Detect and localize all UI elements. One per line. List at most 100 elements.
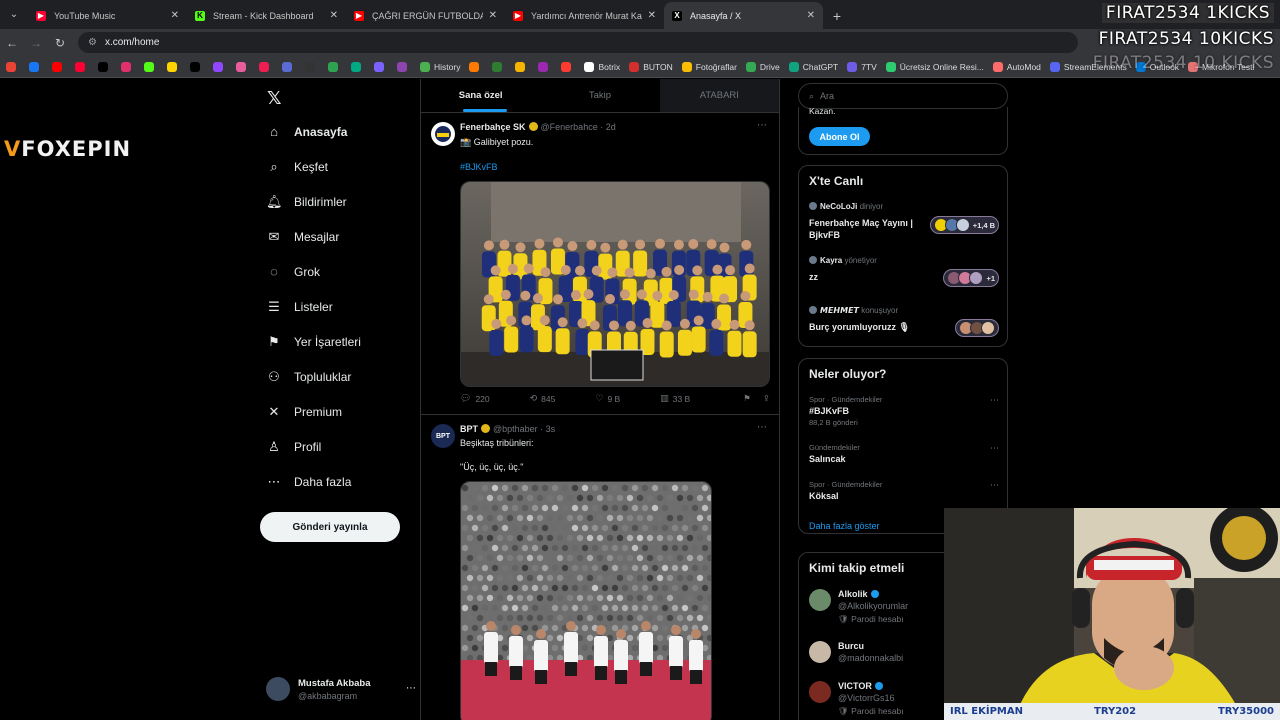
- x-logo-icon[interactable]: 𝕏: [267, 88, 282, 109]
- tweet-more-icon[interactable]: ⋯: [757, 120, 767, 131]
- browser-tab[interactable]: X Anasayfa / X ✕: [664, 2, 823, 29]
- bookmark-item[interactable]: Drive: [745, 61, 780, 72]
- tweet-more-icon[interactable]: ⋯: [757, 422, 767, 433]
- reply-button[interactable]: 💬︎ 220: [460, 393, 490, 404]
- bookmark-item[interactable]: [328, 61, 342, 72]
- tweet-photo[interactable]: [460, 481, 712, 720]
- bookmark-item[interactable]: [538, 61, 552, 72]
- tweet-author-name[interactable]: BPT: [460, 424, 478, 434]
- bookmark-item[interactable]: BUTON: [629, 61, 673, 72]
- listeners-pill[interactable]: +1,4 B: [929, 216, 999, 234]
- follow-suggestion[interactable]: VICTOR @VictorrGs16 🛡 Parodi hesabı: [809, 681, 904, 717]
- nav-item-communities[interactable]: ⚇ Topluluklar: [266, 369, 351, 385]
- browser-tab[interactable]: ▶ Yardımcı Antrenör Murat Kaytaz ✕: [505, 2, 664, 29]
- bookmark-item[interactable]: [236, 61, 250, 72]
- bookmark-item[interactable]: [75, 61, 89, 72]
- nav-item-premium[interactable]: ✕ Premium: [266, 404, 342, 420]
- bookmark-item[interactable]: [6, 61, 20, 72]
- nav-item-more[interactable]: ⋯ Daha fazla: [266, 474, 352, 490]
- bookmark-item[interactable]: [52, 61, 66, 72]
- tweet[interactable]: Fenerbahçe SK @Fenerbahce · 2d ⋯ 📸 Galibi…: [421, 114, 779, 415]
- forward-arrow-icon[interactable]: →: [24, 36, 48, 50]
- tab-for-you[interactable]: Sana özel: [421, 79, 540, 112]
- nav-item-profile[interactable]: ♙ Profil: [266, 439, 321, 455]
- bookmark-item[interactable]: [121, 61, 135, 72]
- avatar[interactable]: [809, 589, 831, 611]
- site-info-icon[interactable]: ⚙: [88, 37, 97, 48]
- browser-tab[interactable]: ▶ ÇAĞRI ERGÜN FUTBOLDA NE K ✕: [346, 2, 505, 29]
- bookmark-item[interactable]: [469, 61, 483, 72]
- tweet-avatar[interactable]: BPT: [431, 424, 455, 448]
- reload-icon[interactable]: ↻: [48, 36, 72, 50]
- bookmark-item[interactable]: [213, 61, 227, 72]
- browser-tab[interactable]: ▶ YouTube Music ✕: [28, 2, 187, 29]
- show-more-link[interactable]: Daha fazla göster: [809, 521, 880, 531]
- trend-item[interactable]: Spor · Gündemdekiler #BJKvFB 88,2 B gönder…: [809, 395, 999, 427]
- bookmark-item[interactable]: [259, 61, 273, 72]
- new-tab-plus-icon[interactable]: +: [823, 2, 851, 29]
- bookmark-item[interactable]: [305, 61, 319, 72]
- tweet-author-name[interactable]: Fenerbahçe SK: [460, 122, 526, 132]
- tweet[interactable]: BPT BPT @bpthaber · 3s ⋯ Beşiktaş tribünl…: [421, 416, 779, 720]
- nav-item-home[interactable]: ⌂ Anasayfa: [266, 124, 347, 139]
- bookmark-item[interactable]: History: [420, 61, 460, 72]
- bookmark-item[interactable]: AutoMod: [992, 61, 1041, 72]
- listeners-pill[interactable]: +1: [943, 269, 999, 287]
- retweet-button[interactable]: ⟲ 845: [530, 393, 556, 404]
- trend-more-icon[interactable]: ⋯: [990, 443, 999, 454]
- bookmark-item[interactable]: [29, 61, 43, 72]
- address-bar[interactable]: ⚙ x.com/home: [78, 32, 1078, 53]
- post-button[interactable]: Gönderi yayınla: [260, 512, 400, 542]
- tab-search-chevron-icon[interactable]: ⌄: [0, 0, 28, 29]
- nav-item-lists[interactable]: ☰ Listeler: [266, 299, 333, 315]
- tab-close-icon[interactable]: ✕: [330, 10, 338, 21]
- avatar[interactable]: [809, 681, 831, 703]
- trend-more-icon[interactable]: ⋯: [990, 395, 999, 406]
- nav-item-messages[interactable]: ✉ Mesajlar: [266, 229, 340, 245]
- bookmark-item[interactable]: [282, 61, 296, 72]
- account-more-icon[interactable]: ⋯: [406, 683, 416, 694]
- bookmark-item[interactable]: 7TV: [847, 61, 877, 72]
- tweet-hashtag[interactable]: #BJKvFB: [460, 162, 498, 172]
- tab-following[interactable]: Takip: [540, 79, 659, 112]
- tweet-avatar[interactable]: [431, 122, 455, 146]
- bookmark-item[interactable]: Fotoğraflar: [681, 61, 737, 72]
- tab-close-icon[interactable]: ✕: [648, 10, 656, 21]
- nav-item-notifications[interactable]: 🔔︎ Bildirimler: [266, 194, 347, 210]
- account-switcher[interactable]: Mustafa Akbaba @akbabagram ⋯: [266, 677, 416, 701]
- trend-item[interactable]: Spor · Gündemdekiler Köksal ⋯: [809, 480, 999, 501]
- bookmark-item[interactable]: Ücretsiz Online Resi...: [885, 61, 984, 72]
- trend-item[interactable]: Gündemdekiler Salıncak ⋯: [809, 443, 999, 464]
- live-item[interactable]: 𝙈𝙀𝙃𝙈𝙀𝙏 konuşuyor Burç yorumluyoruzz 🎙: [809, 306, 999, 337]
- tab-close-icon[interactable]: ✕: [489, 10, 497, 21]
- follow-suggestion[interactable]: Burcu @madonnakalbi: [809, 641, 903, 663]
- browser-tab[interactable]: K Stream - Kick Dashboard ✕: [187, 2, 346, 29]
- live-item[interactable]: NeCoLoJi diniyor Fenerbahçe Maç Yayını | …: [809, 202, 999, 241]
- tab-close-icon[interactable]: ✕: [807, 10, 815, 21]
- bookmark-item[interactable]: [515, 61, 529, 72]
- search-input[interactable]: ⌕ Ara: [798, 83, 1008, 109]
- bookmark-item[interactable]: [492, 61, 506, 72]
- live-item[interactable]: Kayra yönetiyor zz +1: [809, 256, 999, 287]
- bookmark-item[interactable]: [144, 61, 158, 72]
- bookmark-item[interactable]: [397, 61, 411, 72]
- trend-more-icon[interactable]: ⋯: [990, 480, 999, 491]
- nav-item-explore[interactable]: ⌕ Keşfet: [266, 159, 328, 175]
- tab-atabari[interactable]: ATABARI: [659, 79, 779, 112]
- follow-suggestion[interactable]: Alkolik @Alkolikyorumlar 🛡 Parodi hesabı: [809, 589, 908, 625]
- avatar[interactable]: [809, 641, 831, 663]
- back-arrow-icon[interactable]: ←: [0, 36, 24, 50]
- bookmark-item[interactable]: ChatGPT: [788, 61, 838, 72]
- bookmark-item[interactable]: [98, 61, 112, 72]
- subscribe-button[interactable]: Abone Ol: [809, 127, 870, 146]
- bookmark-item[interactable]: [190, 61, 204, 72]
- tweet-handle[interactable]: @Fenerbahce · 2d: [541, 122, 616, 132]
- bookmark-icon[interactable]: ⚑: [743, 393, 751, 404]
- nav-item-bookmarks[interactable]: ⚑ Yer İşaretleri: [266, 334, 361, 350]
- bookmark-item[interactable]: [351, 61, 365, 72]
- tweet-photo[interactable]: [460, 181, 770, 387]
- bookmark-item[interactable]: [561, 61, 575, 72]
- tab-close-icon[interactable]: ✕: [171, 10, 179, 21]
- bookmark-item[interactable]: [374, 61, 388, 72]
- bookmark-item[interactable]: Botrix: [584, 61, 620, 72]
